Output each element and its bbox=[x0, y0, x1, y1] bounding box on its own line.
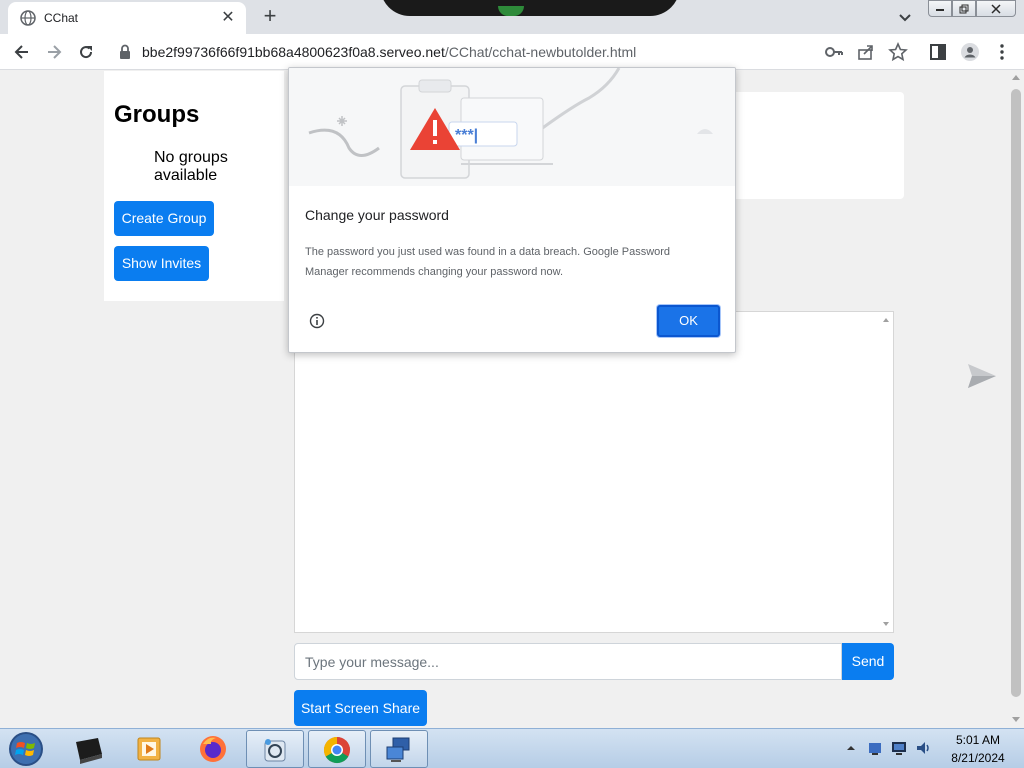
share-icon[interactable] bbox=[856, 42, 876, 62]
ok-button[interactable]: OK bbox=[657, 305, 720, 337]
clock-time[interactable]: 5:01 AM bbox=[948, 733, 1008, 747]
restore-button[interactable] bbox=[952, 0, 976, 17]
close-icon[interactable]: ✕ bbox=[218, 8, 238, 28]
chevron-up-icon[interactable] bbox=[846, 743, 856, 753]
scroll-thumb[interactable] bbox=[1011, 89, 1021, 697]
media-player-icon bbox=[137, 737, 161, 761]
browser-tab-strip: CChat ✕ + bbox=[0, 0, 1024, 34]
network-icon bbox=[386, 737, 410, 762]
messages-area[interactable] bbox=[294, 311, 894, 633]
reload-button[interactable] bbox=[74, 40, 98, 64]
star-icon[interactable] bbox=[888, 42, 908, 62]
lock-icon[interactable] bbox=[118, 44, 132, 60]
webcam-notch bbox=[380, 0, 680, 16]
volume-icon[interactable] bbox=[914, 739, 932, 757]
address-bar[interactable]: bbe2f99736f66f91bb68a4800623f0a8.serveo.… bbox=[110, 39, 830, 65]
send-button[interactable]: Send bbox=[842, 643, 894, 680]
create-group-button[interactable]: Create Group bbox=[114, 201, 214, 236]
windows-start-icon[interactable] bbox=[6, 731, 46, 767]
scroll-down-arrow[interactable] bbox=[883, 622, 889, 626]
network-tray-icon[interactable] bbox=[866, 739, 884, 757]
no-groups-text: No groups available bbox=[154, 149, 228, 184]
terminal-icon bbox=[76, 738, 102, 764]
taskbar-app-network[interactable] bbox=[370, 730, 428, 768]
dialog-title: Change your password bbox=[305, 207, 449, 223]
chrome-icon bbox=[323, 736, 350, 764]
browser-toolbar: bbe2f99736f66f91bb68a4800623f0a8.serveo.… bbox=[0, 34, 1024, 70]
menu-icon[interactable] bbox=[992, 42, 1012, 62]
windows-taskbar: 5:01 AM 8/21/2024 bbox=[0, 728, 1024, 768]
change-password-dialog: ***| Change your password The password y… bbox=[288, 67, 736, 353]
page-scrollbar[interactable] bbox=[1008, 71, 1024, 728]
start-screen-share-button[interactable]: Start Screen Share bbox=[294, 690, 427, 726]
tab-title: CChat bbox=[44, 11, 79, 25]
firefox-icon bbox=[200, 736, 226, 762]
chevron-down-icon[interactable] bbox=[896, 8, 914, 26]
forward-icon bbox=[48, 45, 62, 59]
monitor-tray-icon[interactable] bbox=[890, 739, 908, 757]
dialog-illustration: ***| bbox=[289, 68, 735, 186]
masked-password: ***| bbox=[455, 127, 478, 144]
back-icon bbox=[14, 45, 28, 59]
key-icon[interactable] bbox=[824, 42, 844, 62]
groups-heading: Groups bbox=[114, 101, 200, 128]
taskbar-app-terminal[interactable] bbox=[60, 730, 118, 768]
show-invites-button[interactable]: Show Invites bbox=[114, 246, 209, 281]
info-icon[interactable] bbox=[309, 313, 325, 329]
close-window-button[interactable] bbox=[976, 0, 1016, 17]
scroll-up-icon[interactable] bbox=[1012, 75, 1020, 80]
url-text[interactable]: bbe2f99736f66f91bb68a4800623f0a8.serveo.… bbox=[142, 44, 636, 60]
plus-icon[interactable]: + bbox=[258, 5, 282, 29]
taskbar-app-explorer[interactable] bbox=[246, 730, 304, 768]
send-icon[interactable] bbox=[966, 362, 998, 390]
dialog-message: The password you just used was found in … bbox=[305, 246, 671, 278]
minimize-button[interactable] bbox=[928, 0, 952, 17]
profile-icon[interactable] bbox=[960, 42, 980, 62]
clock-date[interactable]: 8/21/2024 bbox=[944, 751, 1012, 765]
system-tray: 5:01 AM 8/21/2024 bbox=[840, 729, 1024, 768]
back-button[interactable] bbox=[10, 40, 34, 64]
globe-icon bbox=[20, 10, 36, 26]
side-panel-icon[interactable] bbox=[928, 42, 948, 62]
message-input[interactable] bbox=[294, 643, 842, 680]
groups-panel: Groups No groups available Create Group … bbox=[104, 71, 284, 301]
browser-tab-cchat[interactable]: CChat ✕ bbox=[8, 2, 246, 34]
breach-illustration: ***| bbox=[308, 68, 713, 179]
taskbar-app-chrome[interactable] bbox=[308, 730, 366, 768]
taskbar-app-media[interactable] bbox=[120, 730, 178, 768]
scroll-up-arrow[interactable] bbox=[883, 318, 889, 322]
reload-icon bbox=[80, 46, 93, 59]
forward-button[interactable] bbox=[42, 40, 66, 64]
taskbar-app-firefox[interactable] bbox=[184, 730, 242, 768]
explorer-icon bbox=[264, 739, 286, 762]
scroll-down-icon[interactable] bbox=[1012, 717, 1020, 722]
